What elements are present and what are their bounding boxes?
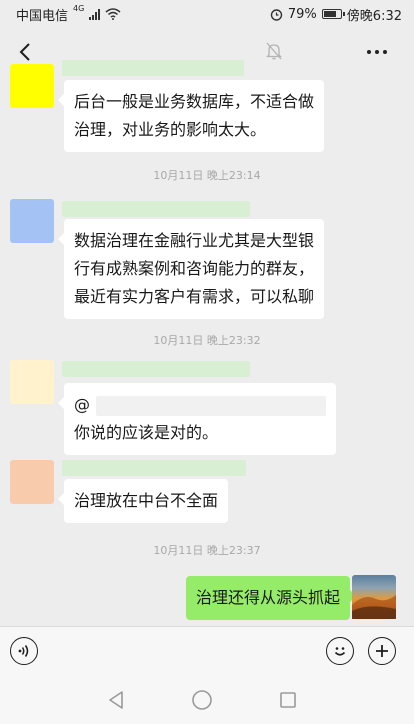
- plus-button[interactable]: [368, 637, 396, 665]
- message-line: 后台一般是业务数据库，不适合做: [74, 92, 315, 111]
- clock: 傍晚6:32: [346, 8, 402, 24]
- message-bubble[interactable]: @ 你说的应该是对的。: [58, 383, 336, 455]
- more-dots-icon: [367, 50, 387, 54]
- battery-percent: 79%: [287, 6, 317, 22]
- nav-home-icon: [192, 690, 212, 710]
- plus-icon: [376, 645, 388, 657]
- nav-back-icon: [109, 691, 123, 709]
- sender-name-redacted: [62, 60, 244, 76]
- signal-icon: [89, 8, 101, 20]
- mention-redacted: [96, 395, 326, 416]
- back-arrow-icon: [19, 43, 30, 61]
- input-bar: [0, 626, 414, 674]
- nav-recent-button[interactable]: [276, 688, 300, 712]
- timestamp: 10月11日 晚上23:37: [153, 544, 261, 557]
- battery-icon: [321, 9, 345, 19]
- sender-name-redacted: [62, 201, 250, 217]
- voice-button[interactable]: [10, 637, 38, 665]
- mute-bell-icon: [266, 42, 282, 60]
- voice-icon: [18, 645, 29, 657]
- nav-recent-icon: [280, 692, 296, 708]
- status-right: 79% 傍晚6:32: [270, 5, 402, 24]
- message-line: 最近有实力客户有需求，可以私聊: [74, 287, 315, 306]
- message-line: 数据治理在金融行业尤其是大型银: [74, 231, 315, 250]
- alarm-icon: [270, 8, 283, 21]
- mention-symbol: @: [74, 395, 90, 414]
- landscape-photo: [352, 595, 396, 619]
- emoji-button[interactable]: [326, 637, 354, 665]
- message-bubble[interactable]: 治理放在中台不全面: [57, 479, 229, 523]
- nav-back-button[interactable]: [104, 688, 128, 712]
- message-line: 行有成熟案例和咨询能力的群友，: [74, 259, 315, 278]
- message-input[interactable]: [48, 635, 318, 667]
- avatar[interactable]: [10, 360, 54, 404]
- message-line: 治理放在中台不全面: [74, 491, 219, 510]
- timestamp: 10月11日 晚上23:32: [153, 334, 261, 347]
- message-bubble[interactable]: 数据治理在金融行业尤其是大型银 行有成熟案例和咨询能力的群友， 最近有实力客户有…: [57, 219, 325, 319]
- status-bar: 中国电信 4G 79% 傍晚6:32: [0, 0, 414, 28]
- battery-fill: [323, 11, 337, 17]
- carrier-label: 中国电信: [16, 8, 69, 24]
- emoji-icon: [334, 647, 346, 656]
- system-navigation-bar: [0, 674, 414, 724]
- wifi-icon: [105, 8, 121, 20]
- message-line: 治理还得从源头抓起: [195, 588, 340, 607]
- sender-name-redacted: [62, 361, 250, 377]
- nav-home-button[interactable]: [190, 688, 214, 712]
- avatar[interactable]: [10, 64, 54, 108]
- my-avatar[interactable]: [352, 575, 396, 619]
- message-line: @: [74, 391, 326, 419]
- network-type: 4G: [73, 3, 85, 13]
- avatar[interactable]: [10, 460, 54, 504]
- status-left: 中国电信 4G: [16, 3, 121, 24]
- message-bubble[interactable]: 后台一般是业务数据库，不适合做 治理，对业务的影响太大。: [57, 80, 325, 152]
- more-button[interactable]: [362, 42, 392, 62]
- avatar[interactable]: [10, 199, 54, 243]
- timestamp: 10月11日 晚上23:14: [153, 169, 261, 182]
- sender-name-redacted: [62, 460, 246, 476]
- message-line: 治理，对业务的影响太大。: [74, 120, 267, 139]
- my-message-bubble[interactable]: 治理还得从源头抓起: [185, 576, 357, 620]
- message-line: 你说的应该是对的。: [74, 423, 219, 442]
